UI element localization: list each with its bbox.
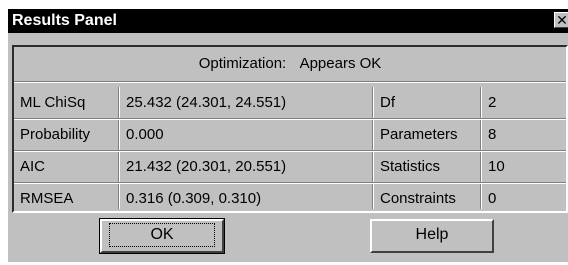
row-value-secondary: 8	[488, 126, 497, 143]
table-row: Probability 0.000 Parameters 8	[14, 119, 566, 151]
table-row: RMSEA 0.316 (0.309, 0.310) Constraints 0	[14, 183, 566, 214]
row-value: 0.316 (0.309, 0.310)	[126, 190, 262, 207]
row-label-secondary: Parameters	[380, 126, 458, 143]
stats-grid: ML ChiSq 25.432 (24.301, 24.551) Df 2 Pr…	[14, 87, 566, 214]
row-label: ML ChiSq	[20, 94, 86, 111]
help-button[interactable]: Help	[370, 219, 494, 253]
row-label: RMSEA	[20, 190, 74, 207]
title-bar[interactable]: Results Panel ✕	[8, 9, 568, 33]
table-row: AIC 21.432 (20.301, 20.551) Statistics 1…	[14, 151, 566, 183]
row-value: 25.432 (24.301, 24.551)	[126, 94, 287, 111]
window-title: Results Panel	[12, 12, 117, 29]
row-value-secondary: 2	[488, 94, 497, 111]
row-label: Probability	[20, 126, 91, 143]
help-button-label: Help	[415, 226, 449, 243]
optimization-status: Optimization: Appears OK	[14, 49, 566, 82]
row-label-secondary: Constraints	[380, 190, 456, 207]
row-label-secondary: Df	[380, 94, 395, 111]
results-table: Optimization: Appears OK ML ChiSq 25.432…	[12, 45, 568, 213]
results-panel-window: Results Panel ✕ Optimization: Appears OK…	[8, 9, 568, 262]
row-value: 21.432 (20.301, 20.551)	[126, 158, 287, 175]
row-value: 0.000	[126, 126, 164, 143]
row-value-secondary: 0	[488, 190, 497, 207]
ok-button-label: OK	[109, 223, 215, 247]
table-row: ML ChiSq 25.432 (24.301, 24.551) Df 2	[14, 87, 566, 119]
ok-button[interactable]: OK	[99, 218, 225, 254]
close-icon: ✕	[556, 12, 568, 28]
row-value-secondary: 10	[488, 158, 505, 175]
status-label: Optimization:	[198, 55, 287, 72]
status-value: Appears OK	[299, 55, 382, 72]
row-label: AIC	[20, 158, 46, 175]
close-button[interactable]: ✕	[554, 12, 568, 28]
row-label-secondary: Statistics	[380, 158, 441, 175]
